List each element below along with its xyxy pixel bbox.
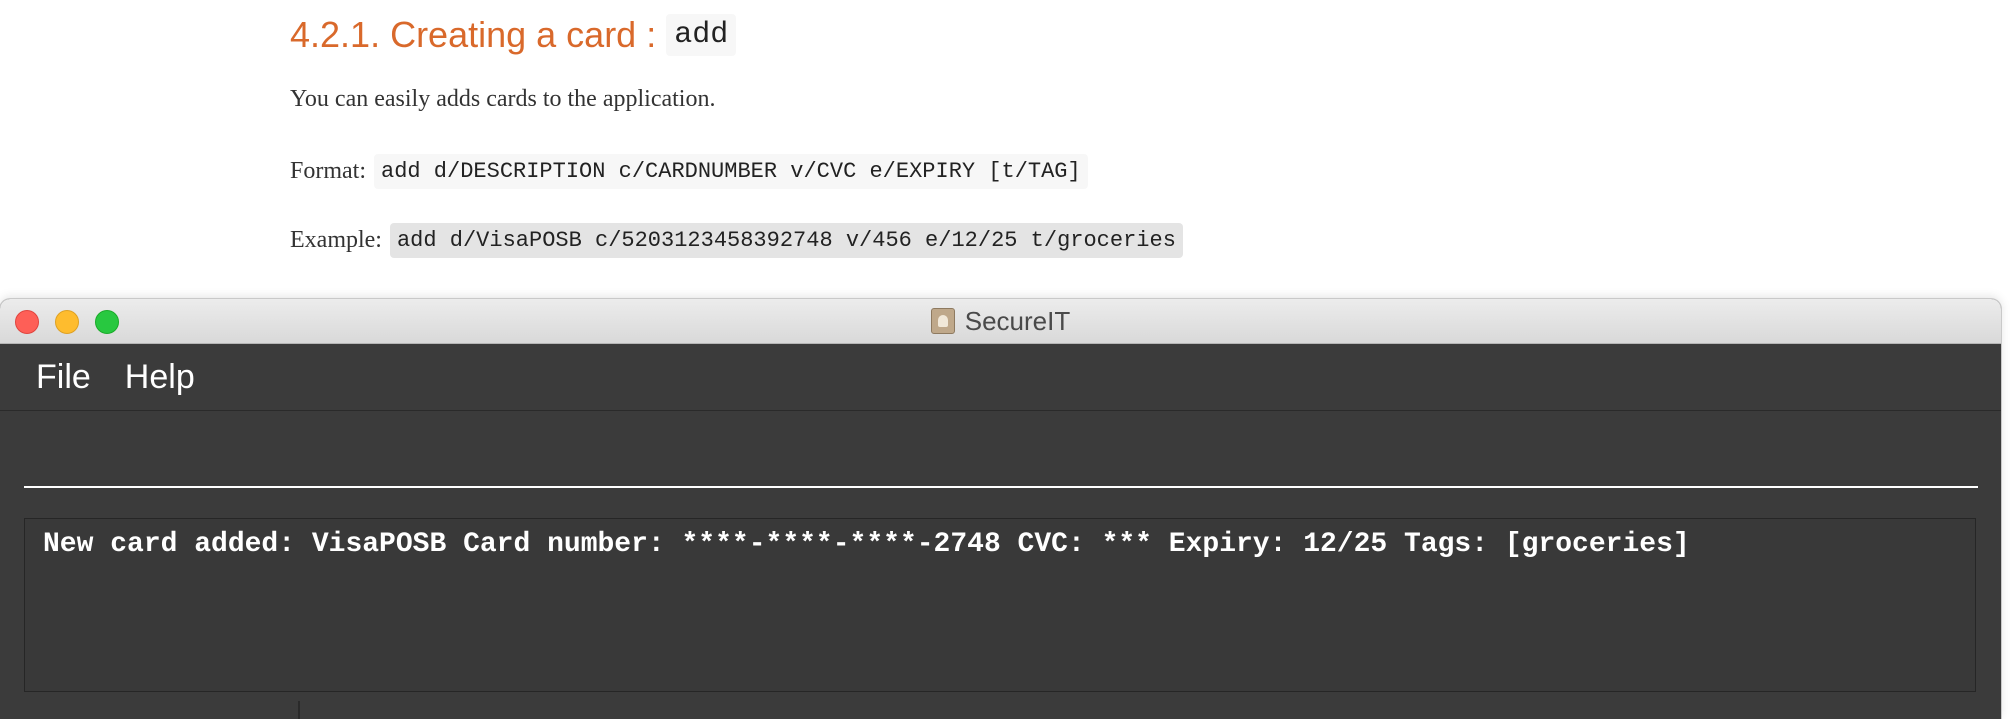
- command-input[interactable]: [24, 411, 1978, 488]
- format-code: add d/DESCRIPTION c/CARDNUMBER v/CVC e/E…: [374, 154, 1088, 189]
- menu-bar: File Help: [0, 344, 2001, 411]
- app-window: SecureIT File Help New card added: VisaP…: [0, 299, 2001, 719]
- section-heading-text: 4.2.1. Creating a card :: [290, 14, 657, 55]
- intro-text: You can easily adds cards to the applica…: [290, 86, 716, 112]
- user-guide-section: 4.2.1. Creating a card : add You can eas…: [0, 0, 2016, 300]
- command-box: [0, 411, 2001, 491]
- format-paragraph: Format: add d/DESCRIPTION c/CARDNUMBER v…: [290, 154, 1088, 189]
- menu-file[interactable]: File: [36, 358, 91, 397]
- status-bar: [0, 701, 2001, 719]
- window-title-text: SecureIT: [964, 305, 1071, 336]
- example-code[interactable]: add d/VisaPOSB c/5203123458392748 v/456 …: [389, 223, 1183, 258]
- result-display[interactable]: New card added: VisaPOSB Card number: **…: [24, 518, 1976, 692]
- menu-help[interactable]: Help: [125, 358, 195, 397]
- window-title: SecureIT: [0, 299, 2001, 343]
- format-label: Format:: [290, 158, 366, 184]
- example-paragraph: Example: add d/VisaPOSB c/52031234583927…: [290, 223, 1183, 258]
- title-bar[interactable]: SecureIT: [0, 299, 2001, 344]
- address-book-icon: [930, 308, 955, 334]
- intro-paragraph: You can easily adds cards to the applica…: [290, 86, 715, 113]
- status-divider: [298, 701, 300, 719]
- example-label: Example:: [290, 227, 382, 253]
- section-heading-code: add: [666, 14, 737, 56]
- section-heading: 4.2.1. Creating a card : add: [290, 14, 737, 56]
- result-text: New card added: VisaPOSB Card number: **…: [43, 529, 1690, 560]
